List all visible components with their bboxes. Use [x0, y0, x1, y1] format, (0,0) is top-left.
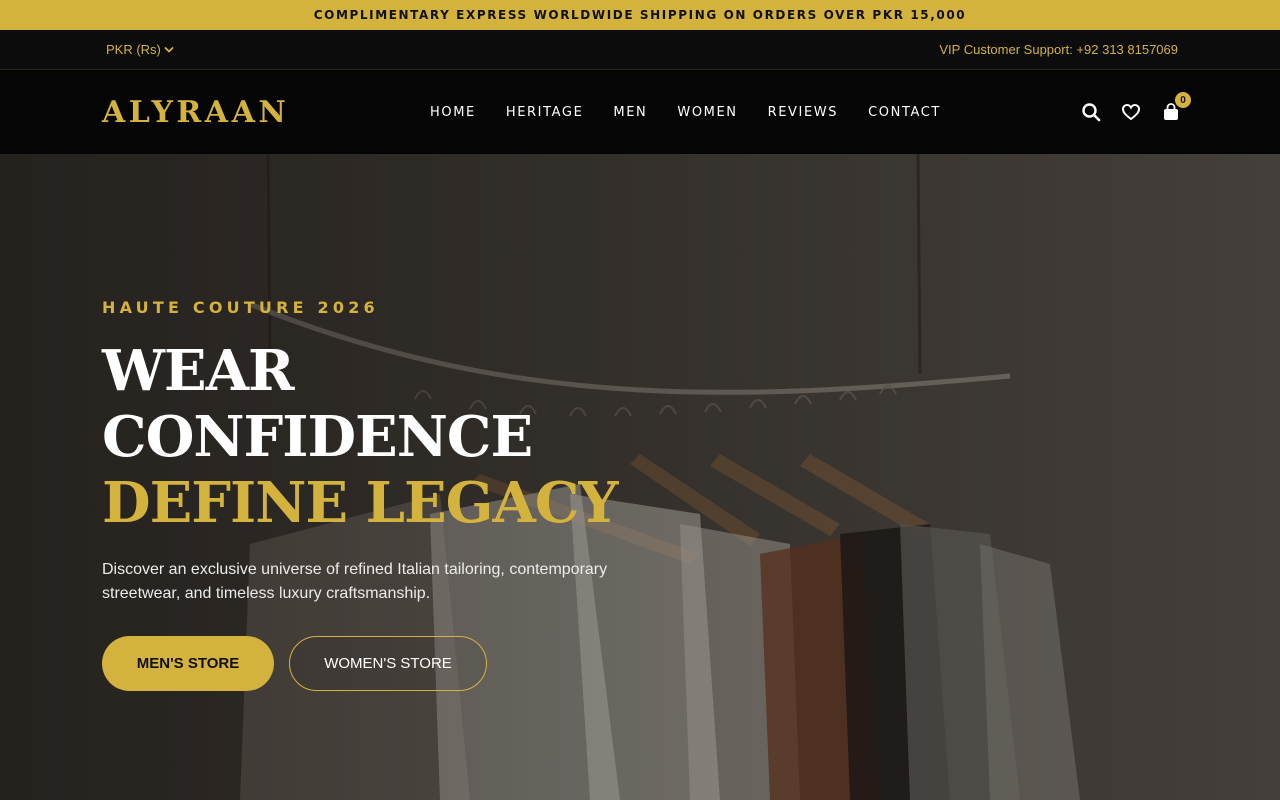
- announcement-text: COMPLIMENTARY EXPRESS WORLDWIDE SHIPPING…: [313, 8, 967, 22]
- chevron-down-icon: [164, 46, 174, 52]
- nav-link-women[interactable]: WOMEN: [677, 105, 737, 120]
- womens-store-button[interactable]: WOMEN'S STORE: [289, 636, 487, 691]
- support-contact[interactable]: VIP Customer Support: +92 313 8157069: [939, 30, 1178, 69]
- main-navigation: ALYRAAN HOME HERITAGE MEN WOMEN REVIEWS …: [0, 70, 1280, 154]
- hero-description: Discover an exclusive universe of refine…: [102, 561, 608, 602]
- nav-link-men[interactable]: MEN: [613, 105, 647, 120]
- wishlist-button[interactable]: [1120, 101, 1142, 123]
- nav-link-contact[interactable]: CONTACT: [868, 105, 941, 120]
- cart-count-badge: 0: [1175, 92, 1191, 108]
- cart-button[interactable]: 0: [1160, 92, 1191, 123]
- nav-link-reviews[interactable]: REVIEWS: [768, 105, 839, 120]
- utility-bar: PKR (Rs) VIP Customer Support: +92 313 8…: [0, 30, 1280, 70]
- headline-line-2: CONFIDENCE: [102, 404, 533, 470]
- currency-selector[interactable]: PKR (Rs): [106, 30, 174, 69]
- nav-icons: 0: [1080, 70, 1191, 154]
- announcement-bar: COMPLIMENTARY EXPRESS WORLDWIDE SHIPPING…: [0, 0, 1280, 30]
- hero-eyebrow: HAUTE COUTURE 2026: [102, 298, 379, 317]
- brand-logo[interactable]: ALYRAAN: [102, 70, 289, 154]
- nav-links: HOME HERITAGE MEN WOMEN REVIEWS CONTACT: [430, 70, 941, 154]
- headline-line-1: WEAR: [102, 338, 295, 404]
- nav-link-heritage[interactable]: HERITAGE: [506, 105, 584, 120]
- search-button[interactable]: [1080, 101, 1102, 123]
- headline-line-3: DEFINE LEGACY: [102, 470, 618, 536]
- mens-store-button[interactable]: MEN'S STORE: [102, 636, 274, 691]
- heart-icon: [1121, 103, 1141, 121]
- search-icon: [1082, 103, 1101, 122]
- hero-headline: WEAR CONFIDENCE DEFINE LEGACY: [102, 338, 618, 536]
- nav-link-home[interactable]: HOME: [430, 105, 476, 120]
- currency-label: PKR (Rs): [106, 42, 161, 57]
- hero-section: HAUTE COUTURE 2026 WEAR CONFIDENCE DEFIN…: [0, 154, 1280, 800]
- support-text: VIP Customer Support: +92 313 8157069: [939, 42, 1178, 57]
